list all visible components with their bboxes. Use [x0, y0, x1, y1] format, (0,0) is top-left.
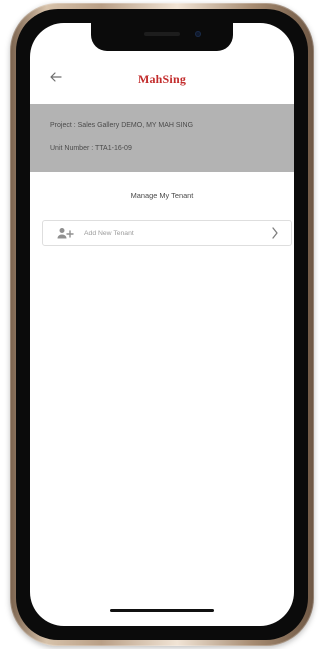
app-screen: MahSing Project : Sales Gallery DEMO, MY… [30, 23, 294, 626]
back-arrow-icon [50, 72, 62, 82]
home-indicator[interactable] [110, 609, 214, 612]
phone-bezel: MahSing Project : Sales Gallery DEMO, MY… [16, 9, 308, 640]
app-header: MahSing [30, 59, 294, 105]
add-user-icon [56, 227, 76, 239]
unit-value: TTA1-16-09 [95, 145, 132, 152]
project-line: Project : Sales Gallery DEMO, MY MAH SIN… [50, 120, 274, 132]
chevron-right-icon [269, 227, 281, 239]
section-title: Manage My Tenant [130, 191, 194, 200]
project-label: Project : [50, 122, 76, 129]
unit-line: Unit Number : TTA1-16-09 [50, 143, 274, 155]
front-camera [195, 31, 201, 37]
unit-label: Unit Number : [50, 145, 94, 152]
add-new-tenant-button[interactable]: Add New Tenant [42, 220, 292, 246]
brand-logo: MahSing [137, 71, 187, 86]
phone-frame: MahSing Project : Sales Gallery DEMO, MY… [10, 3, 314, 646]
notch [91, 23, 233, 51]
project-value: Sales Gallery DEMO, MY MAH SING [77, 122, 194, 129]
phone-stage: MahSing Project : Sales Gallery DEMO, MY… [0, 0, 322, 649]
back-button[interactable] [46, 67, 66, 87]
project-info-banner: Project : Sales Gallery DEMO, MY MAH SIN… [30, 104, 294, 172]
add-new-tenant-label: Add New Tenant [84, 229, 134, 237]
speaker-grille [144, 32, 180, 36]
